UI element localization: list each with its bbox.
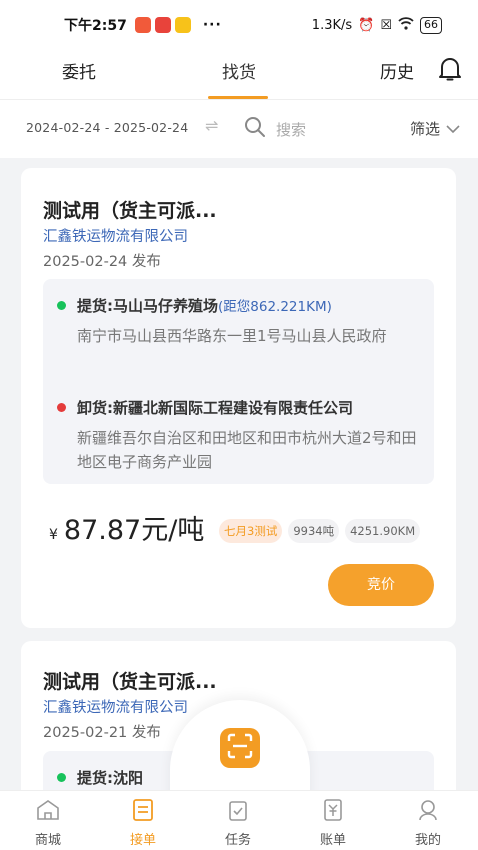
tab-history[interactable]: 历史 [380,58,414,83]
search-input[interactable]: 搜索 [244,116,306,142]
pickup-heading: 提货:沈阳 [77,767,143,788]
pickup-dot [57,773,66,782]
nav-orders[interactable]: 接单 [108,799,178,848]
bottom-nav: 商城 接单 任务 账单 我的 [0,790,478,850]
unload-address: 新疆维吾尔自治区和田地区和田市杭州大道2号和田地区电子商务产业园 [77,429,417,471]
filter-label: 筛选 [410,120,441,138]
nav-label: 商城 [34,833,61,848]
pickup-heading: 提货:马山马仔养殖场(距您862.221KM) [77,295,332,316]
scan-button[interactable] [220,728,260,768]
nav-mine[interactable]: 我的 [393,799,463,848]
tab-find-goods[interactable]: 找货 [222,58,256,83]
sim-icon: ☒ [380,17,392,33]
nav-label: 我的 [414,833,441,848]
publish-date: 2025-02-24 发布 [43,254,161,270]
swap-icon[interactable]: ⇌ [205,116,218,135]
price-value: 87.87元/吨 [63,515,205,546]
chevron-down-icon [446,120,460,138]
tab-entrust[interactable]: 委托 [62,58,96,83]
cargo-title: 测试用（货主可派... [43,200,217,222]
nav-bills[interactable]: 账单 [298,799,368,848]
filter-bar: 2024-02-24 - 2025-02-24 ⇌ 搜索 筛选 [0,100,478,158]
more-notifications-icon: ··· [202,17,222,33]
pickup-label: 提货: [77,297,113,315]
battery-icon: 66 [420,16,442,34]
pickup-label: 提货: [77,769,113,787]
price: ¥87.87元/吨 [49,508,204,547]
currency-symbol: ¥ [49,527,58,543]
wifi-icon [398,16,414,34]
tag-cargo-name: 七月3测试 [219,519,283,543]
pickup-name: 马山马仔养殖场 [113,297,219,315]
unload-label: 卸货: [77,399,113,417]
filter-button[interactable]: 筛选 [410,118,460,139]
nav-label: 任务 [224,833,251,848]
tag-weight: 9934吨 [288,519,340,543]
store-icon [13,799,83,825]
pickup-distance: (距您862.221KM) [218,299,332,315]
tag-distance: 4251.90KM [345,519,421,543]
unload-heading: 卸货:新疆北新国际工程建设有限责任公司 [77,397,353,418]
search-icon [244,116,266,142]
bill-icon [298,799,368,825]
status-bar: 下午2:57 ··· 1.3K/s ⏰ ☒ 66 [0,0,478,50]
user-icon [393,799,463,825]
alarm-icon: ⏰ [358,17,375,33]
notification-app-icon [174,17,191,33]
nav-label: 接单 [129,833,156,848]
notification-app-icon [134,17,151,33]
cargo-tags: 七月3测试 9934吨 4251.90KM [219,519,421,543]
nav-mall[interactable]: 商城 [13,799,83,848]
company-name: 汇鑫铁运物流有限公司 [43,229,188,245]
scan-icon [227,733,253,763]
nav-label: 账单 [319,833,346,848]
date-range-picker[interactable]: 2024-02-24 - 2025-02-24 [26,120,188,135]
bid-button[interactable]: 竞价 [328,564,434,606]
pickup-dot [57,301,66,310]
unload-dot [57,403,66,412]
notification-app-icon [154,17,171,33]
status-time: 下午2:57 [64,18,127,34]
publish-date: 2025-02-21 发布 [43,725,161,741]
address-box: 提货:马山马仔养殖场(距您862.221KM) 南宁市马山县西华路东一里1号马山… [43,279,434,484]
pickup-name: 沈阳 [113,769,144,787]
order-list-icon [108,799,178,825]
pickup-address: 南宁市马山县西华路东一里1号马山县人民政府 [77,327,387,345]
active-tab-indicator [208,96,268,99]
top-tabs: 委托 找货 历史 [0,50,478,100]
search-placeholder: 搜索 [276,120,307,139]
unload-name: 新疆北新国际工程建设有限责任公司 [113,399,354,417]
nav-tasks[interactable]: 任务 [203,799,273,848]
clipboard-icon [203,799,273,825]
cargo-card[interactable]: 测试用（货主可派... 汇鑫铁运物流有限公司 2025-02-24 发布 提货:… [21,168,456,628]
network-speed: 1.3K/s [311,17,353,33]
cargo-title: 测试用（货主可派... [43,671,217,693]
company-name: 汇鑫铁运物流有限公司 [43,700,188,716]
bell-icon[interactable] [438,56,462,86]
